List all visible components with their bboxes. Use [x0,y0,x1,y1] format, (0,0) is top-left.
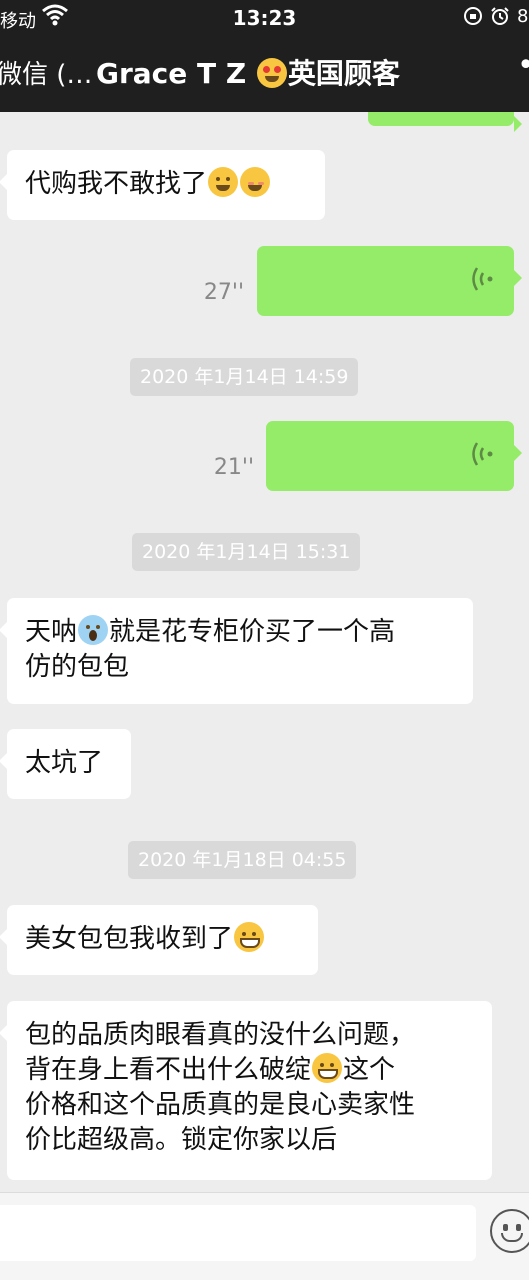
status-bar: 移动 13:23 8 [0,0,529,36]
incoming-message[interactable]: 天呐 就是花专柜价买了一个高 仿的包包 [0,598,473,704]
alarm-icon [490,6,510,31]
message-text: 仿的包包 [25,652,130,682]
message-text: 这个 [343,1055,396,1085]
message-text: 太坑了 [25,748,104,778]
contact-name: Grace T Z [96,57,247,90]
incoming-message[interactable]: 代购我不敢找了 [0,150,325,220]
timestamp: 2020 年1月14日 14:59 [130,358,359,396]
timestamp: 2020 年1月14日 15:31 [132,533,361,571]
incoming-message[interactable]: 太坑了 [0,729,131,799]
heart-eyes-emoji-icon [256,58,287,88]
message-text: 美女包包我收到了 [25,924,234,954]
message-text: 就是花专柜价买了一个高 [109,617,396,647]
rotation-lock-icon [463,6,483,31]
voice-wave-icon [472,267,493,291]
grin-emoji-icon [234,922,265,952]
scream-emoji-icon [78,615,109,645]
thinking-emoji-icon [208,167,239,197]
battery-label: 8 [517,6,529,27]
emoji-button-icon[interactable] [490,1209,529,1253]
message-text: 包的品质肉眼看真的没什么问题， [25,1020,416,1050]
incoming-message[interactable]: 美女包包我收到了 [0,905,318,975]
message-text: 价格和这个品质真的是良心卖家性 [25,1090,416,1120]
message-text: 背在身上看不出什么破绽 [25,1055,312,1085]
contact-remark: 英国顾客 [287,57,400,90]
voice-duration: 21'' [213,455,254,480]
message-list[interactable]: 代购我不敢找了 27'' 2020 年1月14日 14:59 21'' 2020… [0,112,529,1192]
voice-message[interactable] [266,421,522,491]
grin-emoji-icon [312,1053,343,1083]
voice-wave-icon [472,442,493,466]
back-button[interactable]: 微信 (… [0,54,92,91]
message-text: 价比超级高。锁定你家以后 [25,1125,338,1155]
chat-header: 微信 (… Grace T Z 英国顾客 • [0,36,529,112]
voice-duration: 27'' [203,280,244,305]
timestamp: 2020 年1月18日 04:55 [128,841,357,879]
message-text: 天呐 [25,617,78,647]
voice-message[interactable] [257,246,522,316]
blush-emoji-icon [240,167,271,197]
more-icon[interactable]: • [517,48,529,83]
input-bar [0,1192,529,1280]
incoming-message[interactable]: 包的品质肉眼看真的没什么问题， 背在身上看不出什么破绽 这个 价格和这个品质真的是… [0,1001,492,1180]
chat-title: Grace T Z 英国顾客 [96,52,400,92]
message-input[interactable] [0,1205,476,1261]
voice-message-partial[interactable] [368,112,522,132]
clock: 13:23 [232,6,297,30]
message-text: 代购我不敢找了 [25,169,208,199]
